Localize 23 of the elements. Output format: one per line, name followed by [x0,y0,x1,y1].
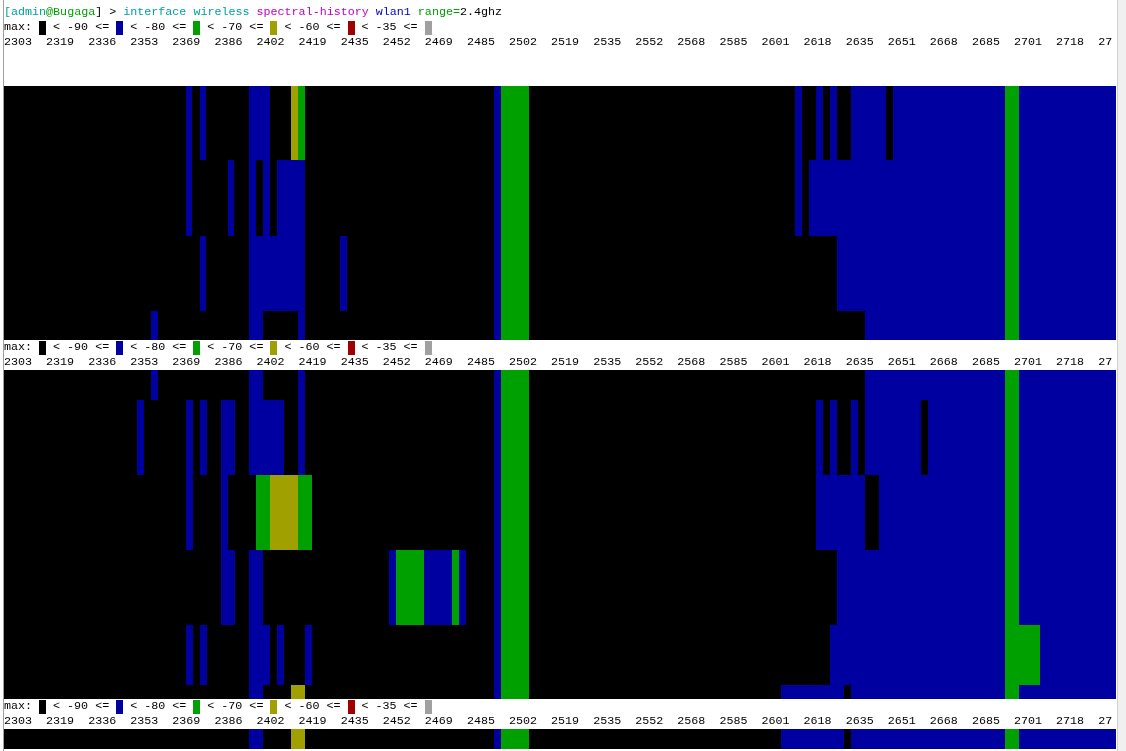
legend-label: < -60 <= [284,699,341,714]
legend-label: < -35 <= [361,699,418,714]
legend-label: < -90 <= [53,20,110,35]
legend-label: < -80 <= [130,20,187,35]
legend-label: < -90 <= [53,699,110,714]
legend-label: < -70 <= [207,20,264,35]
legend-label: < -80 <= [130,699,187,714]
legend-label: < -80 <= [130,340,187,355]
legend-prefix: max: [4,699,33,714]
scrollbar[interactable] [1117,0,1126,751]
legend-label: < -35 <= [361,340,418,355]
legend-label: < -60 <= [284,20,341,35]
legend-label: < -90 <= [53,340,110,355]
legend-prefix: max: [4,340,33,355]
legend-label: < -70 <= [207,699,264,714]
frequency-axis: 2303 2319 2336 2353 2369 2386 2402 2419 2435 2452 2469 2485 2502 2519 2535 2552 2568 2585 2601 2618 2635 2651 2668 2685 2701 2718 27 [4,35,1114,50]
frequency-axis: 2303 2319 2336 2353 2369 2386 2402 2419 2435 2452 2469 2485 2502 2519 2535 2552 2568 2585 2601 2618 2635 2651 2668 2685 2701 2718 27 [4,355,1114,370]
frequency-axis: 2303 2319 2336 2353 2369 2386 2402 2419 2435 2452 2469 2485 2502 2519 2535 2552 2568 2585 2601 2618 2635 2651 2668 2685 2701 2718 27 [4,714,1114,729]
command-line: [admin@Bugaga] > interface wireless spectral-history wlan1 range=2.4ghz [4,5,504,20]
legend-label: < -60 <= [284,340,341,355]
legend-label: < -70 <= [207,340,264,355]
legend-label: < -35 <= [361,20,418,35]
legend-prefix: max: [4,20,33,35]
